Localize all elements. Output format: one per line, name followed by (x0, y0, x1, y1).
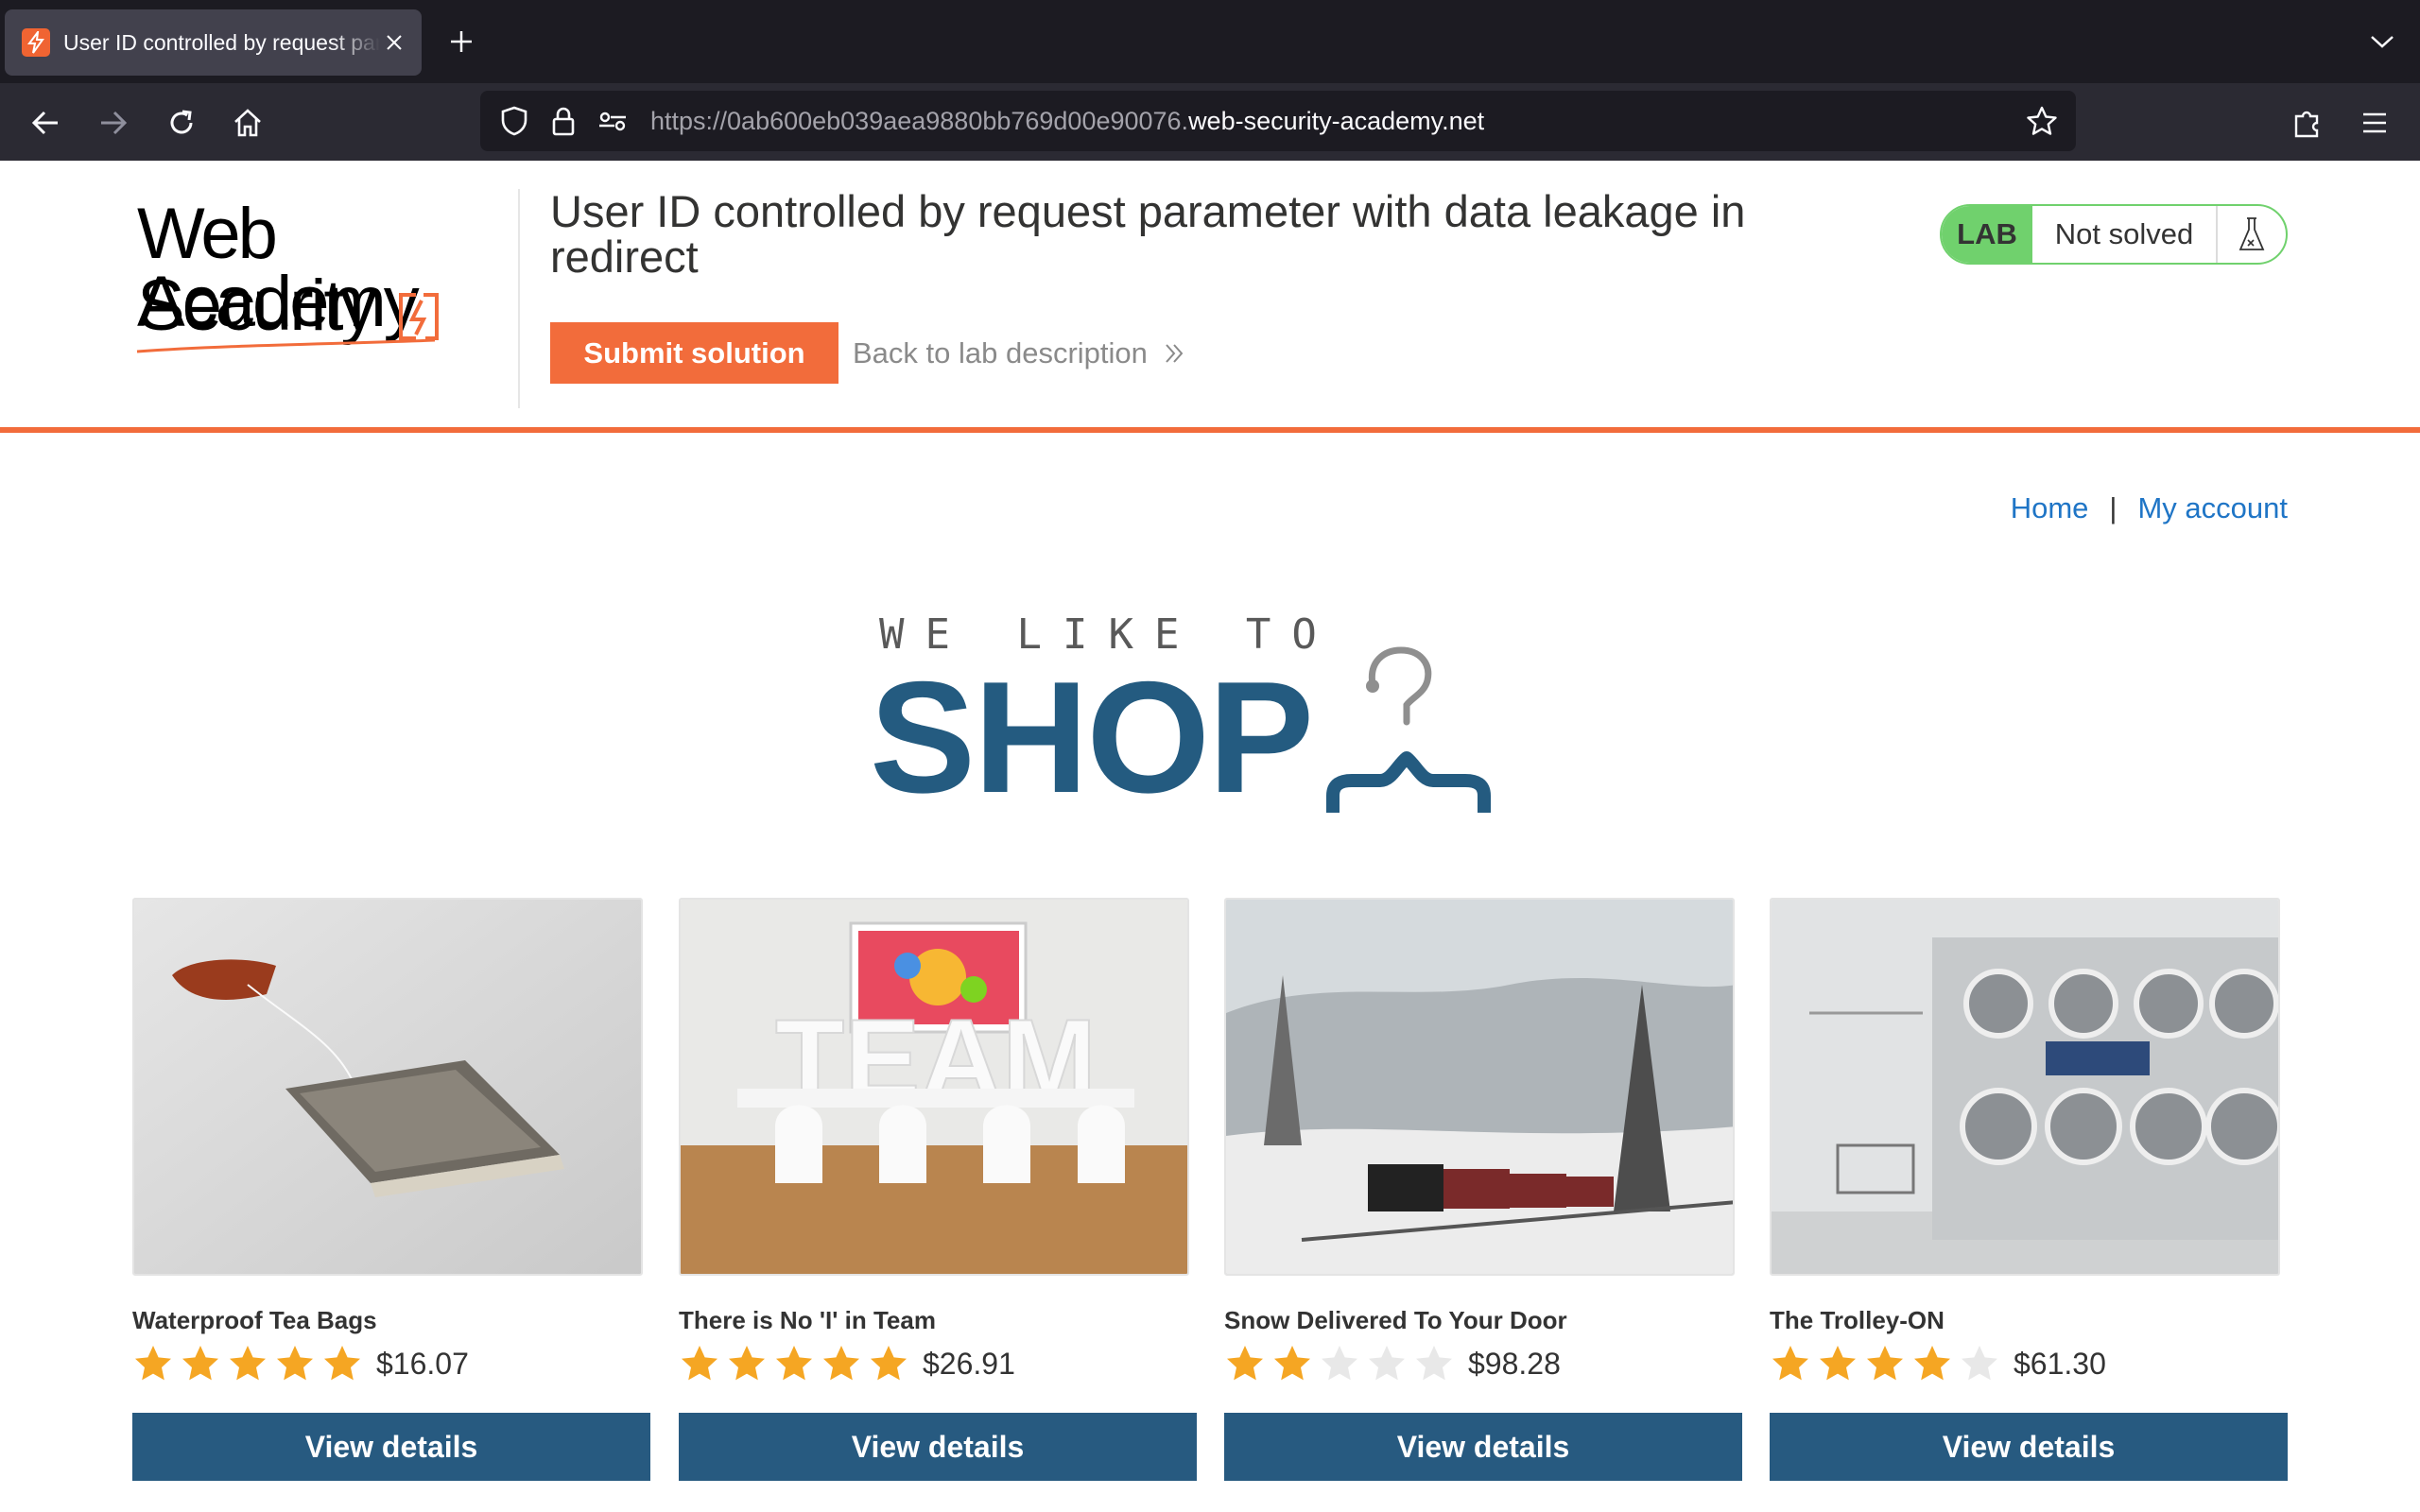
banner-shop-text: SHOP (870, 648, 1314, 826)
star-filled-icon (823, 1346, 859, 1381)
reload-icon[interactable] (161, 102, 202, 144)
product-meta: $26.91 (679, 1343, 1197, 1384)
star-empty-icon (1322, 1346, 1357, 1381)
submit-solution-button[interactable]: Submit solution (550, 322, 838, 384)
star-filled-icon (776, 1346, 812, 1381)
product-name: There is No 'I' in Team (679, 1306, 936, 1334)
star-filled-icon (1274, 1346, 1310, 1381)
bookmark-star-icon[interactable] (2021, 100, 2063, 142)
web-security-academy-logo[interactable]: Web Security Academy (132, 198, 520, 359)
star-filled-icon (230, 1346, 266, 1381)
product-name: The Trolley-ON (1770, 1306, 1945, 1334)
flask-icon (2218, 206, 2286, 263)
product-name: Waterproof Tea Bags (132, 1306, 377, 1334)
star-filled-icon (729, 1346, 765, 1381)
star-filled-icon (1914, 1346, 1950, 1381)
rating-stars (679, 1343, 915, 1384)
product-meta: $98.28 (1224, 1343, 1742, 1384)
close-tab-icon[interactable] (380, 28, 408, 57)
star-filled-icon (324, 1346, 360, 1381)
product-card: Waterproof Tea Bags $16.07 View details (132, 898, 650, 1481)
star-filled-icon (682, 1346, 717, 1381)
product-name: Snow Delivered To Your Door (1224, 1306, 1567, 1334)
lab-title: User ID controlled by request parameter … (550, 186, 1746, 282)
address-bar[interactable]: https://0ab600eb039aea9880bb769d00e90076… (480, 91, 2076, 151)
rating-stars (1770, 1343, 2006, 1384)
chevron-down-icon[interactable] (2363, 23, 2401, 60)
star-filled-icon (1227, 1346, 1263, 1381)
coat-hanger-icon (1326, 646, 1491, 813)
lock-icon[interactable] (543, 100, 584, 142)
home-link[interactable]: Home (2011, 491, 2089, 525)
shop-banner: WE LIKE TO SHOP (870, 605, 1550, 826)
header-divider (518, 189, 520, 408)
my-account-link[interactable]: My account (2137, 491, 2288, 525)
lab-badge: LAB (1942, 206, 2032, 263)
product-price: $61.30 (2014, 1346, 2106, 1381)
lightning-favicon-icon (22, 28, 50, 57)
rating-stars (1224, 1343, 1461, 1384)
rating-stars (132, 1343, 369, 1384)
product-card: The Trolley-ON $61.30 View details (1770, 898, 2288, 1481)
hamburger-menu-icon[interactable] (2354, 102, 2395, 144)
back-to-lab-description-link[interactable]: Back to lab description (853, 322, 1187, 384)
view-details-button[interactable]: View details (132, 1413, 650, 1481)
view-details-button[interactable]: View details (1770, 1413, 2288, 1481)
star-filled-icon (182, 1346, 218, 1381)
shield-icon[interactable] (493, 100, 535, 142)
nav-separator: | (2109, 491, 2118, 524)
product-image-laundromat-trolley (1770, 898, 2280, 1276)
permissions-icon[interactable] (592, 100, 633, 142)
star-filled-icon (871, 1346, 907, 1381)
product-image-team: TEAM (679, 898, 1189, 1276)
browser-tab-bar: User ID controlled by request parameter … (0, 0, 2420, 83)
star-filled-icon (1820, 1346, 1856, 1381)
logo-bolt-icon (136, 293, 439, 353)
tab-title: User ID controlled by request parameter … (63, 29, 380, 55)
star-empty-icon (1416, 1346, 1452, 1381)
header-accent-rule (0, 427, 2420, 433)
star-empty-icon (1962, 1346, 1997, 1381)
lab-status-widget: LAB Not solved (1940, 204, 2288, 265)
star-empty-icon (1369, 1346, 1405, 1381)
product-image-snow-train (1224, 898, 1735, 1276)
home-icon[interactable] (227, 102, 268, 144)
view-details-button[interactable]: View details (1224, 1413, 1742, 1481)
back-arrow-icon[interactable] (25, 102, 66, 144)
extensions-puzzle-icon[interactable] (2286, 102, 2327, 144)
product-meta: $61.30 (1770, 1343, 2288, 1384)
product-price: $98.28 (1468, 1346, 1561, 1381)
back-link-label: Back to lab description (853, 335, 1148, 369)
star-filled-icon (1772, 1346, 1808, 1381)
product-card: Snow Delivered To Your Door $98.28 View … (1224, 898, 1742, 1481)
view-details-button[interactable]: View details (679, 1413, 1197, 1481)
product-meta: $16.07 (132, 1343, 650, 1384)
product-card: TEAM There is No 'I' in Team $26.91 View… (679, 898, 1197, 1481)
url-text[interactable]: https://0ab600eb039aea9880bb769d00e90076… (650, 107, 2021, 136)
site-nav: Home | My account (2011, 491, 2288, 525)
double-chevron-right-icon (1163, 341, 1187, 366)
product-price: $16.07 (376, 1346, 469, 1381)
product-image-tea-bags (132, 898, 643, 1276)
star-filled-icon (1867, 1346, 1903, 1381)
new-tab-plus-icon[interactable] (442, 23, 480, 60)
product-price: $26.91 (923, 1346, 1015, 1381)
star-filled-icon (277, 1346, 313, 1381)
star-filled-icon (135, 1346, 171, 1381)
lab-status-text: Not solved (2032, 206, 2218, 263)
forward-arrow-icon[interactable] (93, 102, 134, 144)
browser-tab-active[interactable]: User ID controlled by request parameter … (5, 9, 422, 76)
academy-header: Web Security Academy User ID controlled … (0, 161, 2420, 433)
